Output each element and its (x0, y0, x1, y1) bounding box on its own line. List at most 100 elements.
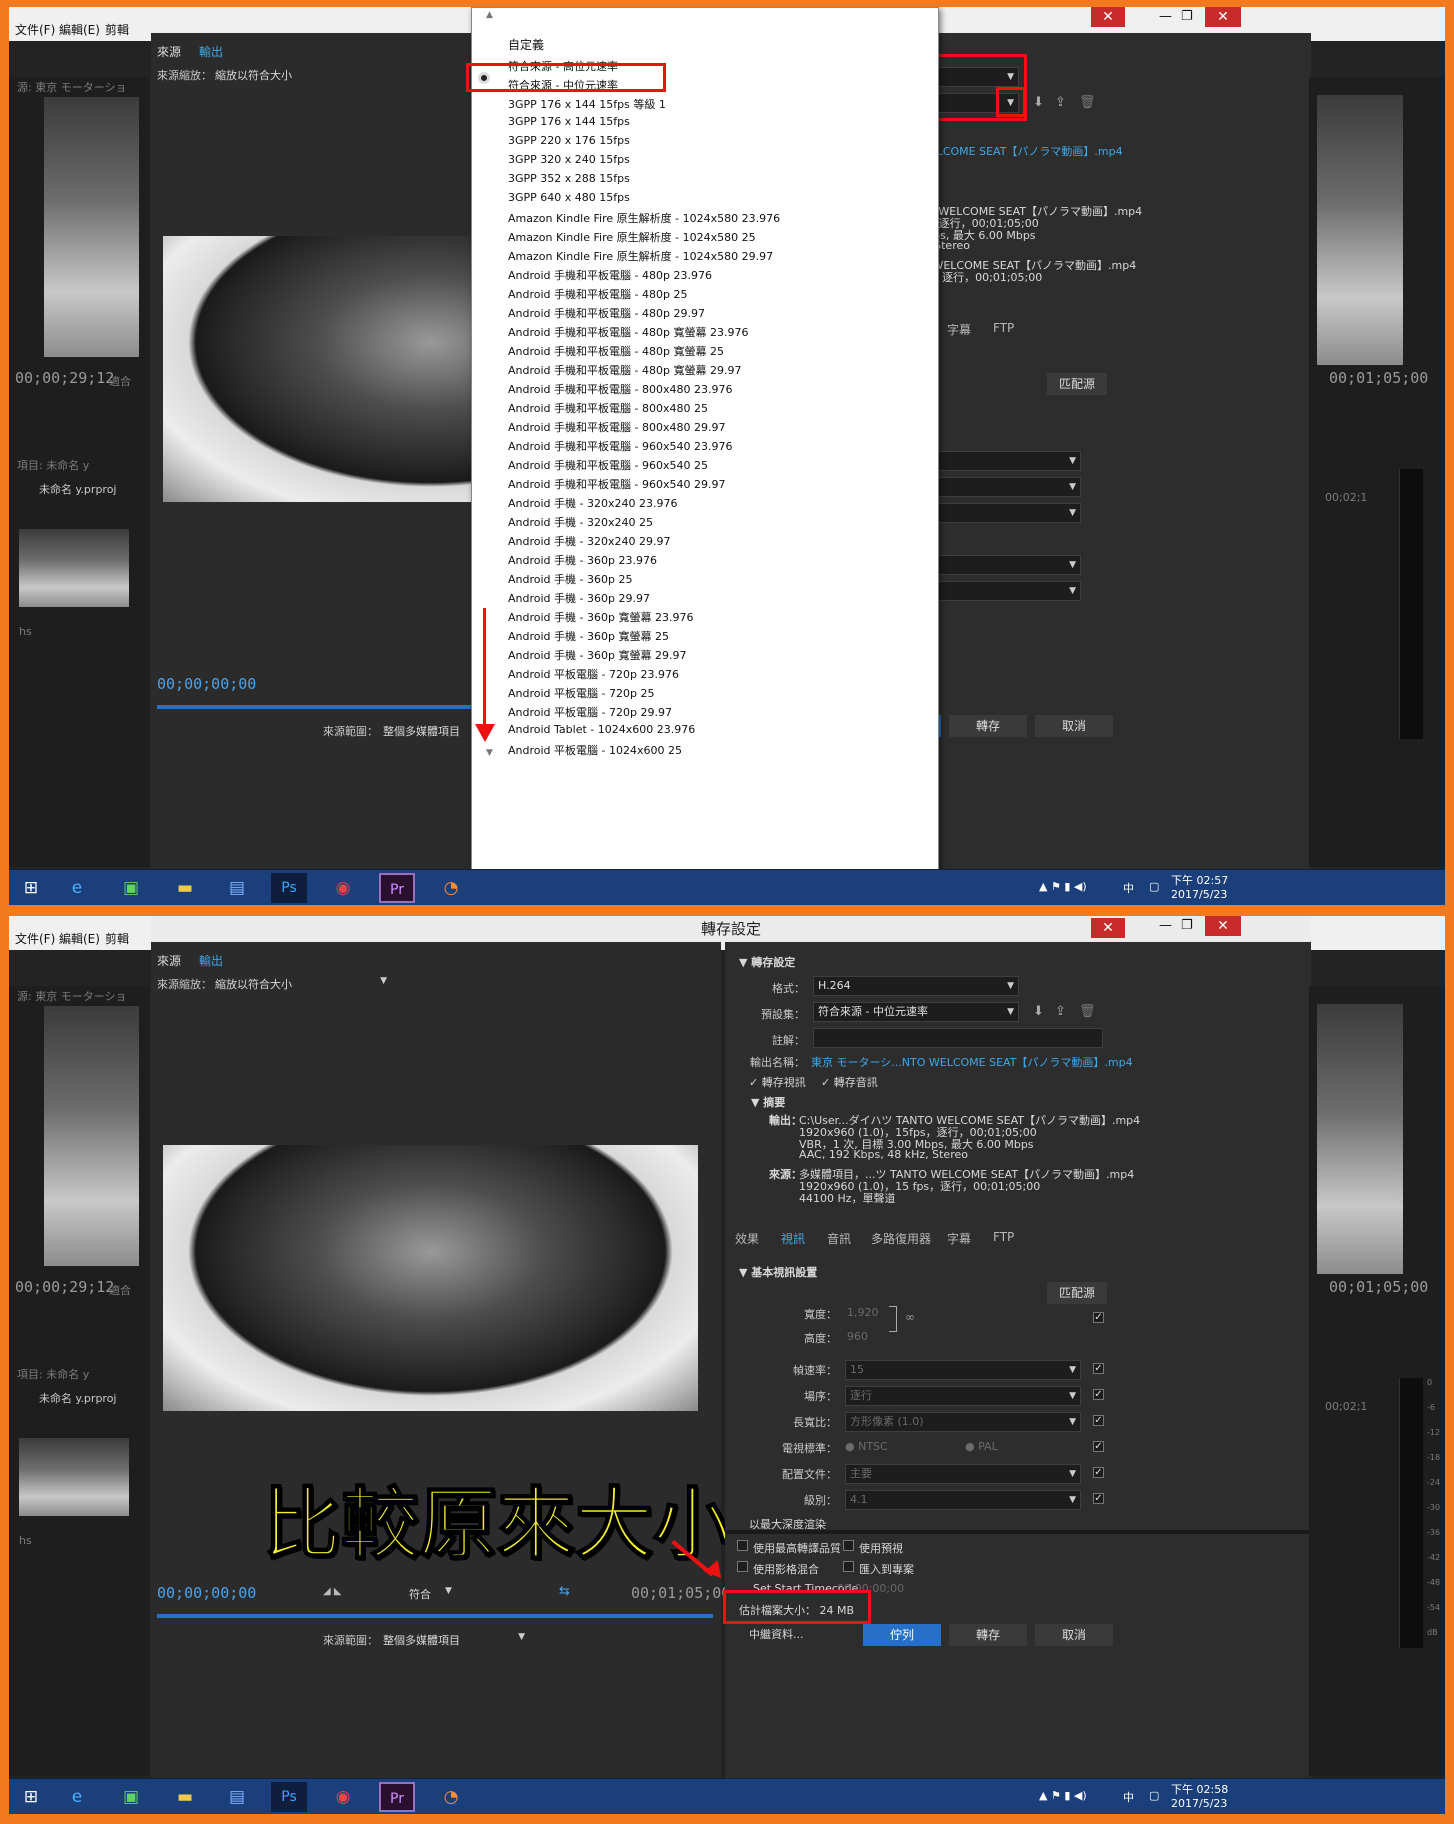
max-quality-checkbox[interactable] (737, 1540, 748, 1551)
profile-select[interactable]: 主要▼ (845, 1464, 1081, 1484)
cancel-button[interactable]: 取消 (1035, 715, 1113, 737)
menu-file[interactable]: 文件(F) (15, 930, 55, 947)
preset-option[interactable]: Android 手機和平板電腦 - 800x480 29.97 (508, 419, 725, 435)
tab-audio[interactable]: 音訊 (827, 1230, 851, 1247)
profile-check[interactable]: ✓ (1093, 1467, 1104, 1478)
ie-icon[interactable]: e (59, 873, 95, 903)
match-source-button[interactable]: 匹配源 (1047, 1282, 1107, 1304)
store-icon[interactable]: ▣ (113, 873, 149, 903)
set-in-icon[interactable]: ◢ ◣ (323, 1586, 342, 1597)
dialog-close-button[interactable]: ✕ (1091, 7, 1125, 27)
export-audio-check[interactable]: ✓ 轉存音訊 (821, 1074, 878, 1090)
tab-effects[interactable]: 效果 (735, 1230, 759, 1247)
menu-edit[interactable]: 編輯(E) (59, 930, 100, 947)
preset-option[interactable]: Android 平板電腦 - 720p 25 (508, 685, 654, 701)
export-button[interactable]: 轉存 (949, 1624, 1027, 1646)
tab-captions[interactable]: 字幕 (947, 1230, 971, 1247)
match-source-button[interactable]: 匹配源 (1047, 373, 1107, 395)
fit-dropdown-icon[interactable]: ▼ (445, 1586, 452, 1596)
tab-ftp[interactable]: FTP (993, 1230, 1014, 1244)
tab-source[interactable]: 來源 (157, 952, 181, 969)
premiere-icon[interactable]: Pr (379, 1782, 415, 1812)
cancel-button[interactable]: 取消 (1035, 1624, 1113, 1646)
save-preset-icon[interactable]: ⬇ (1033, 1004, 1044, 1019)
store-icon[interactable]: ▣ (113, 1782, 149, 1812)
summary-section[interactable]: ▼ 摘要 (751, 1094, 785, 1110)
dialog-close-button[interactable]: ✕ (1091, 918, 1125, 938)
use-preview-checkbox[interactable] (843, 1540, 854, 1551)
preset-option[interactable]: 3GPP 176 x 144 15fps (508, 115, 630, 128)
app-close-button[interactable]: ✕ (1205, 7, 1241, 27)
playhead-timecode[interactable]: 00;00;00;00 (157, 1584, 256, 1602)
fit-select[interactable]: 符合 (409, 1586, 431, 1602)
width-height-check[interactable]: ✓ (1093, 1312, 1104, 1323)
clock-time[interactable]: 下午 02:58 (1171, 1781, 1228, 1797)
preset-option[interactable]: Android 手機 - 360p 寬螢幕 29.97 (508, 647, 686, 663)
tray-icons[interactable]: ▲ ⚑ ▮ ◀) (1039, 1789, 1087, 1802)
height-value[interactable]: 960 (847, 1330, 868, 1343)
restore-icon[interactable]: ❐ (1181, 918, 1193, 933)
media-encoder-icon[interactable]: ◔ (433, 1782, 469, 1812)
preset-option[interactable]: Android Tablet - 1024x600 23.976 (508, 723, 695, 736)
start-icon[interactable]: ⊞ (13, 873, 49, 903)
preset-option[interactable]: Android 手機 - 360p 寬螢幕 23.976 (508, 609, 693, 625)
comment-input[interactable] (813, 1028, 1103, 1048)
preset-option[interactable]: 3GPP 352 x 288 15fps (508, 172, 630, 185)
tab-output[interactable]: 輸出 (199, 952, 223, 969)
menu-clip[interactable]: 剪輯 (105, 930, 129, 947)
field-order-select[interactable]: 逐行▼ (845, 1386, 1081, 1406)
preset-option[interactable]: Android 手機和平板電腦 - 800x480 23.976 (508, 381, 732, 397)
preset-option[interactable]: Amazon Kindle Fire 原生解析度 - 1024x580 25 (508, 229, 756, 245)
framerate-select[interactable]: 15▼ (845, 1360, 1081, 1380)
minimize-icon[interactable]: — (1159, 9, 1172, 24)
export-settings-section[interactable]: ▼ 轉存設定 (739, 954, 795, 970)
preset-option[interactable]: 3GPP 320 x 240 15fps (508, 153, 630, 166)
menu-file[interactable]: 文件(F) (15, 21, 55, 38)
source-range-select[interactable]: 整個多媒體項目 (383, 723, 460, 739)
chrome-icon[interactable]: ◉ (325, 873, 361, 903)
delete-preset-icon[interactable]: 🗑 (1079, 1004, 1096, 1019)
photoshop-icon[interactable]: Ps (271, 873, 307, 903)
preset-option[interactable]: Android 手機和平板電腦 - 480p 寬螢幕 25 (508, 343, 724, 359)
aspect-select[interactable]: 方形像素 (1.0)▼ (845, 1412, 1081, 1432)
photoshop-icon[interactable]: Ps (271, 1782, 307, 1812)
import-preset-icon[interactable]: ⇪ (1055, 1004, 1066, 1019)
source-scale-select[interactable]: 縮放以符合大小 (215, 67, 292, 83)
tray-icons[interactable]: ▲ ⚑ ▮ ◀) (1039, 880, 1087, 893)
level-select[interactable]: 4.1▼ (845, 1490, 1081, 1510)
tab-multiplexer[interactable]: 多路復用器 (871, 1230, 931, 1247)
playhead-timecode[interactable]: 00;00;00;00 (157, 675, 256, 693)
start-icon[interactable]: ⊞ (13, 1782, 49, 1812)
aspect-toggle-icon[interactable]: ⇆ (559, 1584, 570, 1599)
preset-option[interactable]: Android 手機 - 360p 寬螢幕 25 (508, 628, 669, 644)
ime-mode-icon[interactable]: ▢ (1149, 1789, 1159, 1802)
preset-option[interactable]: 3GPP 220 x 176 15fps (508, 134, 630, 147)
ime-indicator[interactable]: 中 (1123, 1789, 1134, 1805)
preset-option[interactable]: Android 手機和平板電腦 - 480p 寬螢幕 29.97 (508, 362, 741, 378)
tab-ftp[interactable]: FTP (993, 321, 1014, 335)
media-encoder-icon[interactable]: ◔ (433, 873, 469, 903)
preset-option[interactable]: Android 手機 - 320x240 25 (508, 514, 653, 530)
document-icon[interactable]: ▤ (219, 873, 255, 903)
link-icon[interactable]: ∞ (905, 1310, 915, 1324)
menu-edit[interactable]: 編輯(E) (59, 21, 100, 38)
preset-option[interactable]: Android 手機和平板電腦 - 960x540 29.97 (508, 476, 725, 492)
preset-option[interactable]: Android 手機和平板電腦 - 480p 23.976 (508, 267, 712, 283)
export-video-check[interactable]: ✓ 轉存視訊 (749, 1074, 806, 1090)
scroll-up-icon[interactable]: ▲ (486, 10, 493, 20)
width-value[interactable]: 1,920 (847, 1306, 879, 1319)
preset-option[interactable]: Android 手機和平板電腦 - 800x480 25 (508, 400, 708, 416)
preset-option[interactable]: Amazon Kindle Fire 原生解析度 - 1024x580 29.9… (508, 248, 773, 264)
tv-standard-check[interactable]: ✓ (1093, 1441, 1104, 1452)
ntsc-radio[interactable]: ● NTSC (845, 1440, 888, 1453)
preset-option[interactable]: Android 手機 - 360p 23.976 (508, 552, 657, 568)
aspect-check[interactable]: ✓ (1093, 1415, 1104, 1426)
source-scale-select[interactable]: 縮放以符合大小 ▼ (211, 972, 391, 992)
tab-output[interactable]: 輸出 (199, 43, 223, 60)
basic-video-section[interactable]: ▼ 基本視訊設置 (739, 1264, 817, 1280)
pal-radio[interactable]: ● PAL (965, 1440, 998, 1453)
import-project-checkbox[interactable] (843, 1561, 854, 1572)
preset-option[interactable]: Android 平板電腦 - 720p 23.976 (508, 666, 679, 682)
preset-option[interactable]: Android 手機和平板電腦 - 480p 25 (508, 286, 687, 302)
minimize-icon[interactable]: — (1159, 918, 1172, 933)
